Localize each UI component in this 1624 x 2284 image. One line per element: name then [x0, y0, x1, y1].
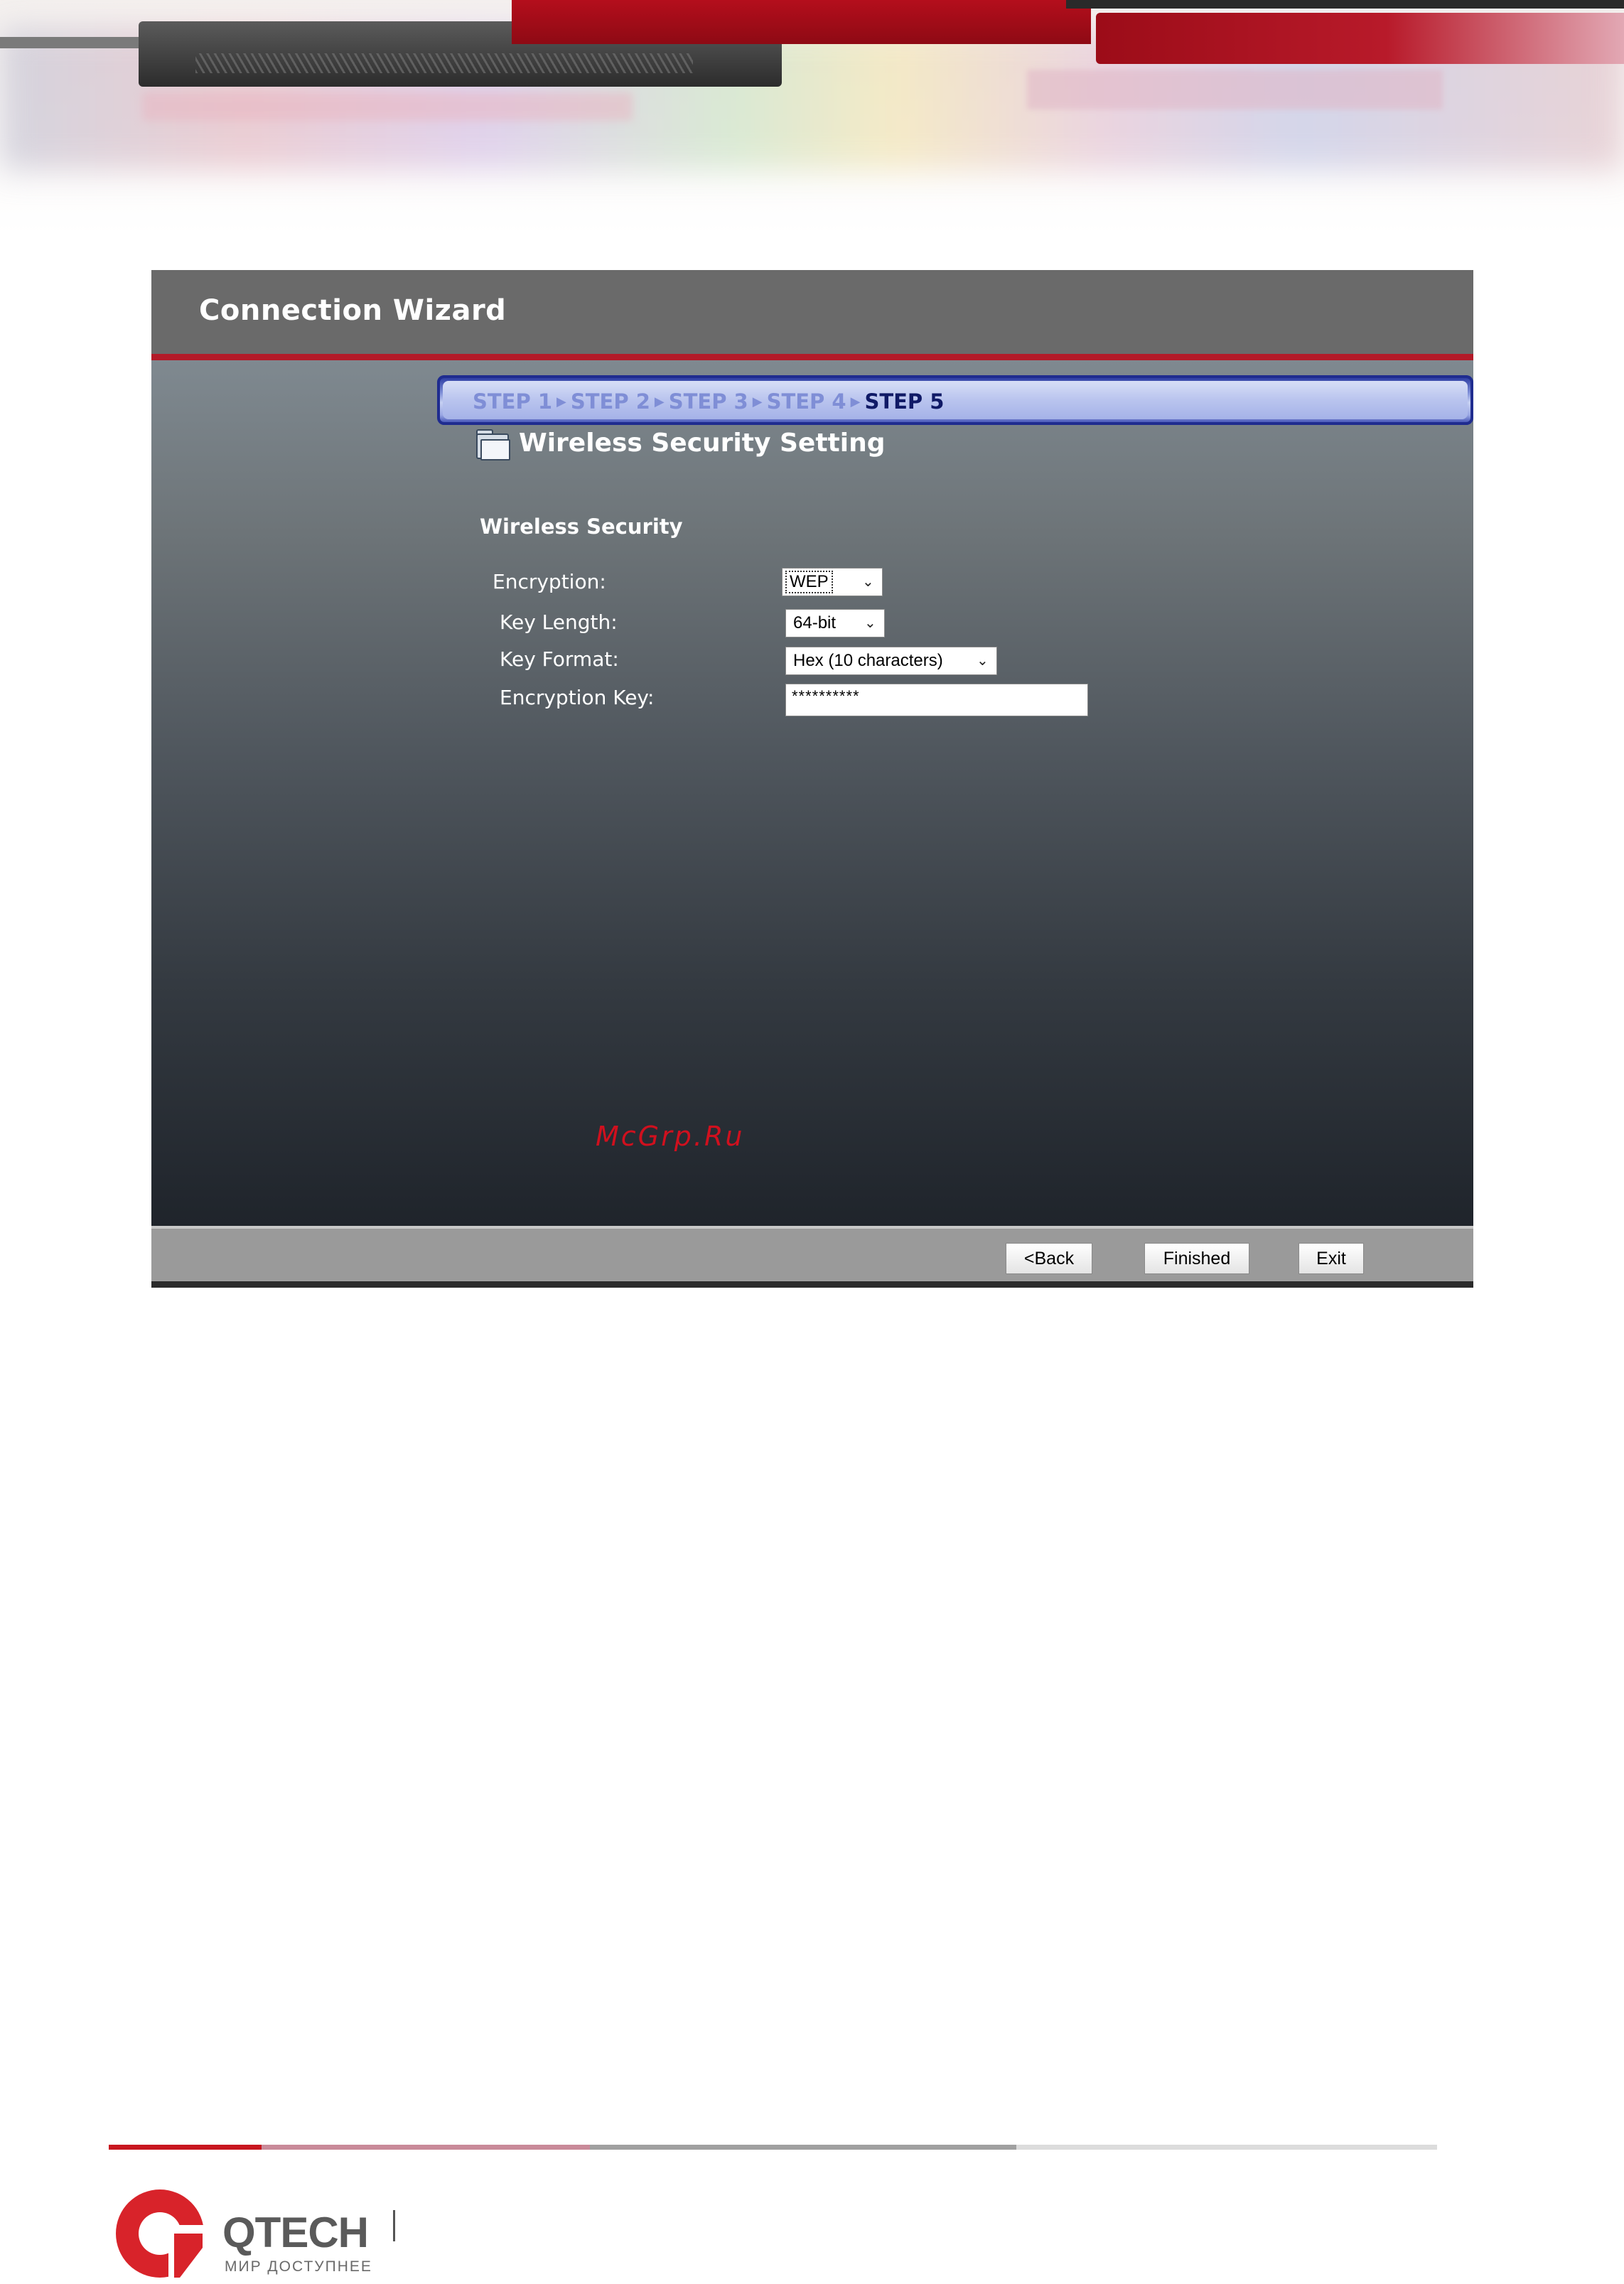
key-length-value: 64-bit: [793, 613, 837, 632]
footer-rule-red: [109, 2145, 262, 2150]
watermark-text: McGrp.Ru: [596, 1121, 745, 1152]
footer-rule-light: [1016, 2145, 1437, 2150]
footer-rule-pink: [262, 2145, 590, 2150]
encryption-value: WEP: [785, 571, 833, 593]
step-arrow-icon: ▶: [654, 394, 665, 409]
encryption-key-input[interactable]: **********: [785, 684, 1088, 716]
step-list: STEP 1 ▶ STEP 2 ▶ STEP 3 ▶ STEP 4 ▶ STEP…: [473, 389, 944, 414]
chevron-down-icon: ⌄: [862, 574, 874, 590]
header-banner: [0, 0, 1624, 235]
step-3: STEP 3: [668, 389, 748, 414]
step-1: STEP 1: [473, 389, 553, 414]
qtech-logo-icon: [116, 2189, 213, 2284]
step-progress-bar: STEP 1 ▶ STEP 2 ▶ STEP 3 ▶ STEP 4 ▶ STEP…: [437, 375, 1473, 425]
encryption-key-label: Encryption Key:: [500, 686, 655, 709]
section-header: Wireless Security Setting: [475, 429, 886, 460]
encryption-select[interactable]: WEP ⌄: [782, 568, 883, 596]
key-length-label: Key Length:: [500, 610, 618, 634]
step-5-current: STEP 5: [864, 389, 945, 414]
section-title: Wireless Security Setting: [519, 429, 886, 458]
step-arrow-icon: ▶: [556, 394, 566, 409]
chevron-down-icon: ⌄: [977, 653, 989, 669]
exit-button[interactable]: Exit: [1298, 1243, 1364, 1274]
form-heading: Wireless Security: [480, 515, 683, 539]
key-format-label: Key Format:: [500, 647, 619, 671]
key-length-select[interactable]: 64-bit ⌄: [785, 609, 885, 637]
button-bar: <Back Finished Exit: [151, 1226, 1473, 1281]
footer-rule-gray: [590, 2145, 1016, 2150]
wizard-content: STEP 1 ▶ STEP 2 ▶ STEP 3 ▶ STEP 4 ▶ STEP…: [151, 360, 1473, 1226]
key-format-select[interactable]: Hex (10 characters) ⌄: [785, 647, 997, 675]
brand-tagline: МИР ДОСТУПНЕЕ: [225, 2258, 372, 2275]
step-2: STEP 2: [570, 389, 650, 414]
step-4: STEP 4: [766, 389, 846, 414]
folder-icon: [475, 429, 510, 460]
back-button[interactable]: <Back: [1006, 1243, 1092, 1274]
footer-divider: [393, 2210, 395, 2241]
finished-button[interactable]: Finished: [1144, 1243, 1249, 1274]
connection-wizard-window: Connection Wizard STEP 1 ▶ STEP 2 ▶ STEP…: [151, 270, 1473, 1288]
title-bar: Connection Wizard: [151, 270, 1473, 354]
title-accent-line: [151, 354, 1473, 360]
key-format-value: Hex (10 characters): [793, 651, 943, 670]
window-title: Connection Wizard: [199, 294, 507, 327]
chevron-down-icon: ⌄: [864, 615, 876, 631]
encryption-label: Encryption:: [493, 570, 606, 593]
step-arrow-icon: ▶: [752, 394, 763, 409]
brand-name: QTECH: [222, 2209, 369, 2256]
step-arrow-icon: ▶: [850, 394, 861, 409]
